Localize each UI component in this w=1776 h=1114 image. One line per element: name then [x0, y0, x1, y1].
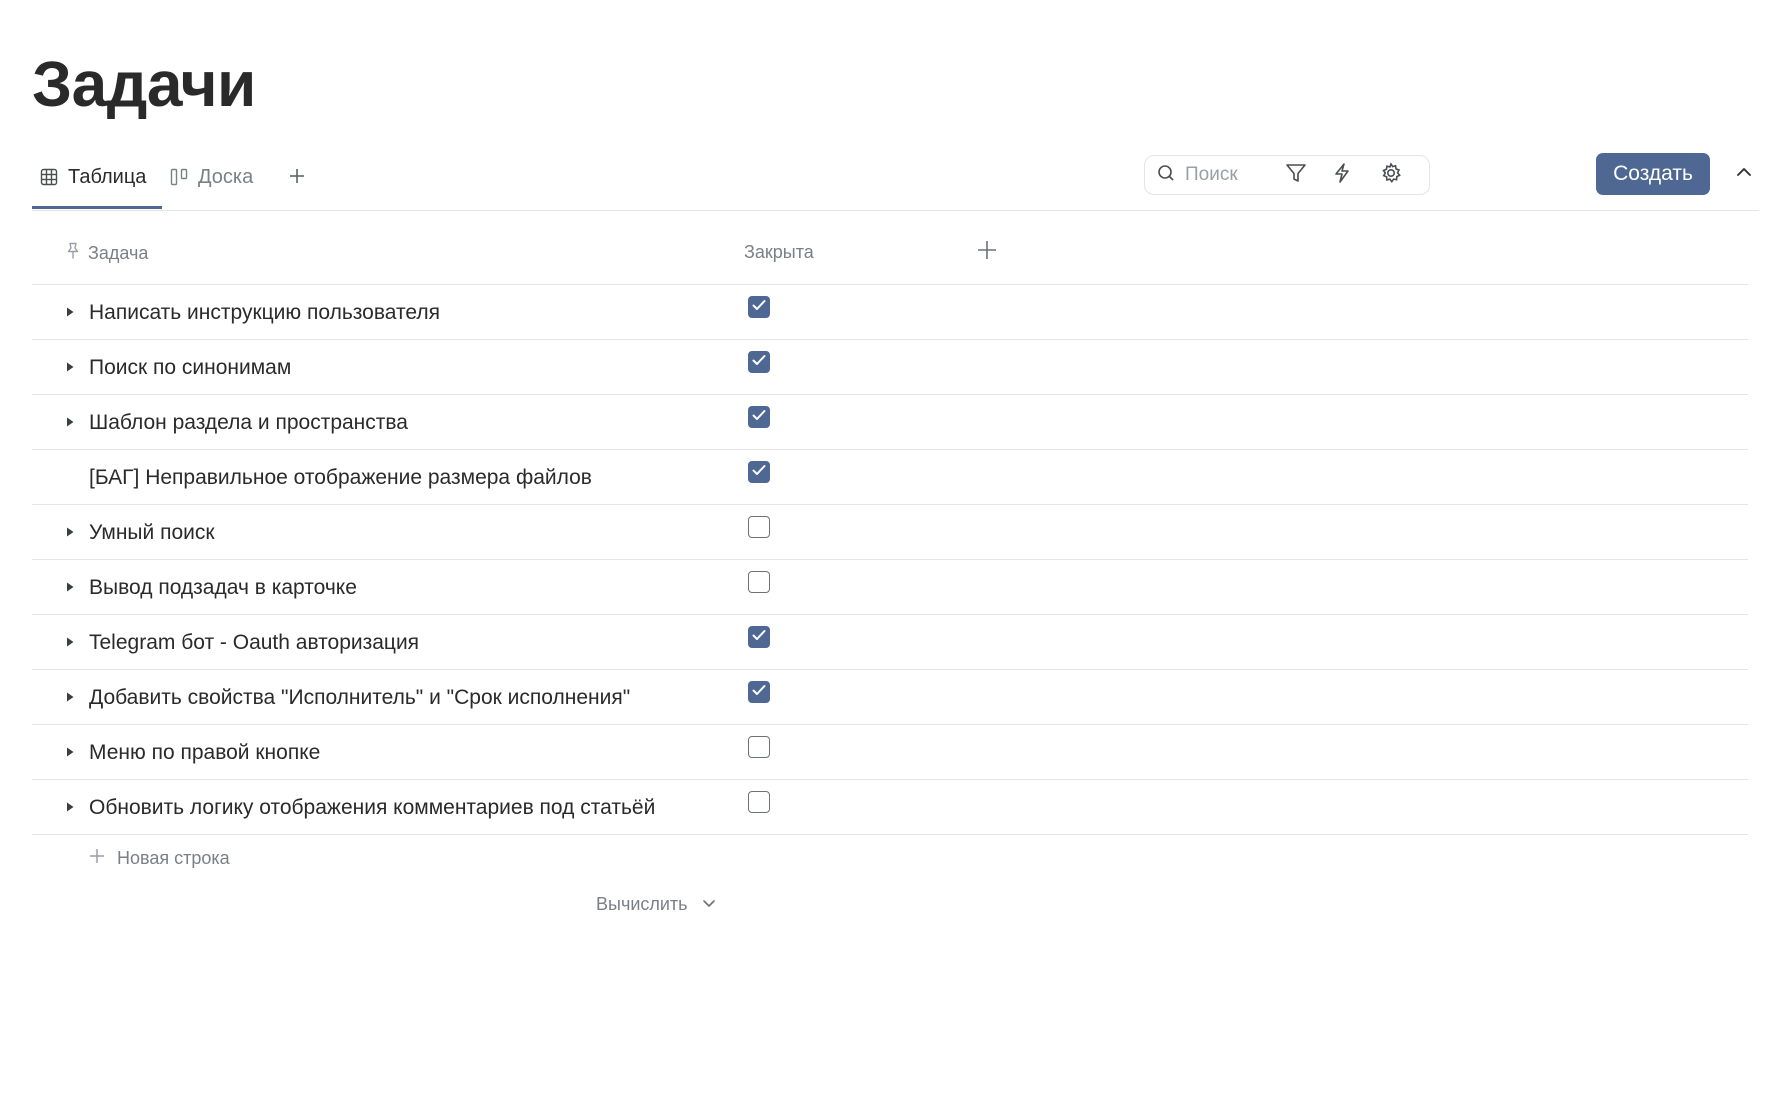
column-header-closed[interactable]: Закрыта — [744, 242, 814, 263]
new-row-label: Новая строка — [117, 847, 230, 868]
closed-checkbox[interactable] — [748, 516, 770, 538]
expand-row-button[interactable] — [62, 743, 78, 763]
expand-row-button[interactable] — [62, 633, 78, 653]
task-title[interactable]: Добавить свойства "Исполнитель" и "Срок … — [89, 686, 630, 710]
task-title[interactable]: [БАГ] Неправильное отображение размера ф… — [89, 466, 592, 490]
task-title[interactable]: Поиск по синонимам — [89, 356, 291, 380]
expand-row-button[interactable] — [62, 688, 78, 708]
settings-button[interactable] — [1376, 160, 1406, 190]
chevron-up-icon — [1735, 163, 1753, 186]
closed-checkbox[interactable] — [748, 736, 770, 758]
column-header-task-label: Задача — [88, 243, 149, 263]
task-title[interactable]: Умный поиск — [89, 521, 215, 545]
checkmark-icon — [752, 353, 766, 371]
closed-checkbox[interactable] — [748, 681, 770, 703]
table-header: Задача Закрыта — [32, 222, 1748, 285]
expand-row-button[interactable] — [62, 413, 78, 433]
caret-right-icon — [66, 744, 74, 762]
search-icon — [1157, 164, 1175, 187]
compute-button[interactable]: Вычислить — [596, 894, 716, 915]
tasks-table: Задача Закрыта Написать инструкцию польз… — [32, 222, 1748, 881]
caret-right-icon — [66, 524, 74, 542]
task-title[interactable]: Написать инструкцию пользователя — [89, 301, 440, 325]
automation-button[interactable] — [1327, 160, 1357, 190]
column-header-task[interactable]: Задача — [66, 242, 148, 265]
table-row[interactable]: Написать инструкцию пользователя — [32, 285, 1748, 340]
new-row-button[interactable]: Новая строка — [32, 835, 1748, 881]
lightning-icon — [1331, 162, 1353, 189]
tab-table[interactable]: Таблица — [32, 148, 162, 209]
table-icon — [40, 168, 58, 186]
expand-row-button[interactable] — [62, 358, 78, 378]
checkmark-icon — [752, 298, 766, 316]
task-title[interactable]: Шаблон раздела и пространства — [89, 411, 408, 435]
tab-table-label: Таблица — [68, 165, 147, 188]
checkmark-icon — [752, 463, 766, 481]
board-icon — [170, 168, 188, 186]
closed-checkbox[interactable] — [748, 351, 770, 373]
chevron-down-icon — [702, 894, 716, 915]
caret-right-icon — [66, 579, 74, 597]
table-row[interactable]: Меню по правой кнопке — [32, 725, 1748, 780]
caret-right-icon — [66, 304, 74, 322]
table-row[interactable]: Telegram бот - Oauth авторизация — [32, 615, 1748, 670]
caret-right-icon — [66, 689, 74, 707]
collapse-button[interactable] — [1732, 162, 1756, 186]
add-column-button[interactable] — [972, 237, 1002, 267]
closed-checkbox[interactable] — [748, 461, 770, 483]
table-row[interactable]: Умный поиск — [32, 505, 1748, 560]
table-row[interactable]: Поиск по синонимам — [32, 340, 1748, 395]
expand-row-button[interactable] — [62, 798, 78, 818]
compute-label: Вычислить — [596, 894, 688, 914]
view-toolbar: Таблица Доска Поиск Создать — [32, 148, 1759, 211]
table-row[interactable]: Обновить логику отображения комментариев… — [32, 780, 1748, 835]
checkmark-icon — [752, 683, 766, 701]
caret-right-icon — [66, 799, 74, 817]
page-title: Задачи — [32, 48, 256, 120]
checkmark-icon — [752, 628, 766, 646]
task-title[interactable]: Telegram бот - Oauth авторизация — [89, 631, 419, 655]
checkmark-icon — [752, 408, 766, 426]
table-row[interactable]: [БАГ] Неправильное отображение размера ф… — [32, 450, 1748, 505]
closed-checkbox[interactable] — [748, 791, 770, 813]
closed-checkbox[interactable] — [748, 296, 770, 318]
closed-checkbox[interactable] — [748, 406, 770, 428]
table-row[interactable]: Шаблон раздела и пространства — [32, 395, 1748, 450]
task-title[interactable]: Меню по правой кнопке — [89, 741, 320, 765]
plus-icon — [289, 168, 305, 189]
task-title[interactable]: Вывод подзадач в карточке — [89, 576, 357, 600]
filter-icon — [1285, 162, 1307, 189]
tab-board-label: Доска — [198, 165, 254, 188]
tab-board[interactable]: Доска — [170, 148, 253, 206]
table-row[interactable]: Добавить свойства "Исполнитель" и "Срок … — [32, 670, 1748, 725]
caret-right-icon — [66, 634, 74, 652]
add-view-button[interactable] — [283, 164, 311, 192]
plus-icon — [89, 848, 105, 869]
table-row[interactable]: Вывод подзадач в карточке — [32, 560, 1748, 615]
pin-icon — [66, 242, 80, 265]
create-button[interactable]: Создать — [1596, 153, 1710, 195]
task-title[interactable]: Обновить логику отображения комментариев… — [89, 796, 655, 820]
filter-button[interactable] — [1281, 160, 1311, 190]
caret-right-icon — [66, 359, 74, 377]
table-body: Написать инструкцию пользователя Поиск по… — [32, 285, 1748, 835]
closed-checkbox[interactable] — [748, 571, 770, 593]
closed-checkbox[interactable] — [748, 626, 770, 648]
expand-row-button[interactable] — [62, 303, 78, 323]
caret-right-icon — [66, 414, 74, 432]
expand-row-button[interactable] — [62, 523, 78, 543]
expand-row-button[interactable] — [62, 578, 78, 598]
plus-icon — [977, 240, 997, 265]
gear-icon — [1380, 161, 1402, 189]
